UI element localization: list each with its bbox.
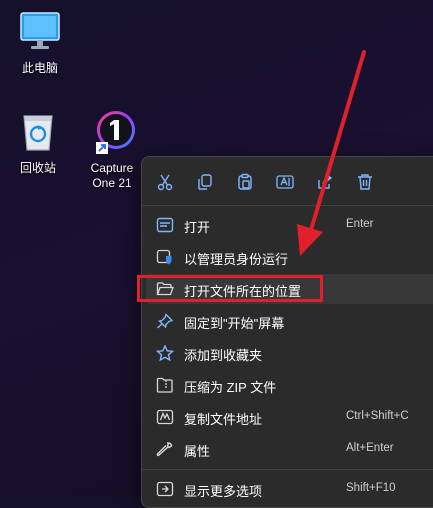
desktop-icon-label: Capture One 21 [90, 161, 134, 190]
menu-item-copy-path[interactable]: 复制文件地址 Ctrl+Shift+C [146, 402, 433, 432]
menu-item-run-as-admin[interactable]: 以管理员身份运行 [146, 242, 433, 272]
paste-icon [238, 173, 252, 190]
copy-button[interactable] [192, 169, 218, 195]
pin-icon [157, 313, 174, 329]
copy-icon [198, 174, 212, 190]
delete-icon [358, 174, 372, 190]
rename-button[interactable] [272, 169, 298, 195]
menu-item-label: 添加到收藏夹 [184, 348, 263, 363]
desktop-icon-recycle-bin[interactable]: 回收站 [6, 110, 70, 176]
admin-shield-icon [156, 249, 172, 265]
cut-button[interactable] [152, 169, 178, 195]
recycle-bin-icon [23, 115, 53, 151]
menu-item-label: 以管理员身份运行 [184, 252, 289, 267]
share-button[interactable] [312, 169, 338, 195]
menu-divider [142, 469, 433, 470]
menu-item-label: 属性 [184, 444, 211, 459]
wrench-icon [156, 442, 173, 457]
star-icon [156, 345, 174, 361]
copy-path-icon [156, 409, 174, 425]
monitor-icon [20, 12, 60, 49]
open-icon [156, 217, 174, 233]
menu-item-compress-zip[interactable]: 压缩为 ZIP 文件 [146, 370, 433, 400]
menu-divider [142, 205, 433, 206]
menu-item-label: 固定到"开始"屏幕 [184, 316, 285, 331]
menu-item-label: 打开 [184, 220, 211, 235]
context-menu: 打开 Enter 以管理员身份运行 打开文件所在的位置 固定到"开始"屏幕 添加… [141, 156, 433, 508]
desktop-icon-label: 回收站 [19, 161, 56, 175]
paste-button[interactable] [232, 169, 258, 195]
highlight-box [137, 275, 323, 302]
cut-icon [157, 174, 173, 191]
menu-item-add-to-favorites[interactable]: 添加到收藏夹 [146, 338, 433, 368]
menu-item-shortcut: Ctrl+Shift+C [346, 410, 409, 422]
share-icon [318, 174, 333, 189]
more-options-icon [156, 481, 174, 497]
menu-item-pin-to-start[interactable]: 固定到"开始"屏幕 [146, 306, 433, 336]
desktop-icon-capture-one[interactable]: Capture One 21 [82, 108, 146, 191]
menu-item-show-more-options[interactable]: 显示更多选项 Shift+F10 [146, 474, 433, 504]
rename-icon [276, 175, 294, 189]
desktop-icon-this-pc[interactable]: 此电脑 [8, 10, 72, 76]
menu-item-open[interactable]: 打开 Enter [146, 210, 433, 240]
desktop-icon-label: 此电脑 [21, 61, 58, 75]
menu-item-label: 显示更多选项 [184, 484, 263, 499]
zip-folder-icon [156, 377, 173, 393]
menu-item-shortcut: Enter [346, 218, 374, 230]
menu-item-label: 复制文件地址 [184, 412, 263, 427]
menu-item-shortcut: Alt+Enter [346, 442, 394, 454]
menu-toolbar [142, 157, 433, 205]
menu-item-label: 压缩为 ZIP 文件 [184, 380, 277, 395]
delete-button[interactable] [352, 169, 378, 195]
menu-item-shortcut: Shift+F10 [346, 482, 396, 494]
capture-one-app-icon [96, 111, 135, 154]
menu-item-properties[interactable]: 属性 Alt+Enter [146, 434, 433, 464]
